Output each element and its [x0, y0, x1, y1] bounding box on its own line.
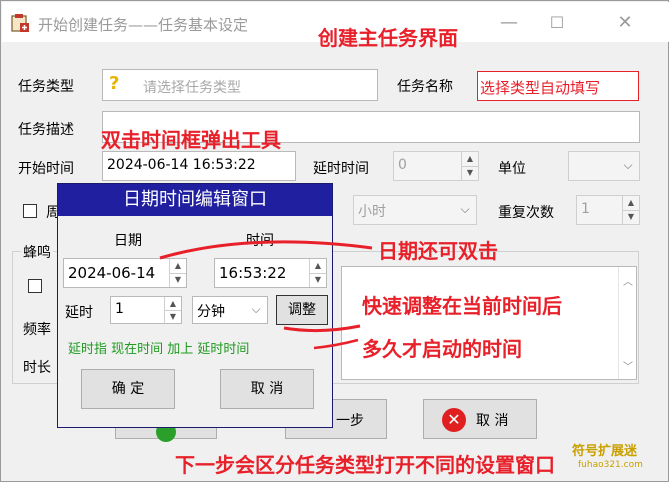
annotation-date-dbl-click: 日期还可双击 — [378, 239, 498, 263]
annotation-quick-adjust-1: 快速调整在当前时间后 — [362, 294, 562, 318]
annotation-dbl-click-time: 双击时间框弹出工具 — [101, 128, 281, 152]
annotation-arrow-adjust-2 — [313, 338, 359, 350]
watermark-line2: fuhao321.com — [578, 460, 643, 470]
annotation-main-ui: 创建主任务界面 — [318, 26, 458, 50]
annotation-arrow-adjust — [283, 324, 361, 333]
annotation-quick-adjust-2: 多久才启动的时间 — [362, 337, 522, 361]
watermark-line1: 符号扩展迷 — [572, 444, 638, 459]
annotation-arrows — [159, 240, 373, 350]
annotation-next-step: 下一步会区分任务类型打开不同的设置窗口 — [175, 453, 555, 477]
annotation-arrow-date — [159, 240, 373, 260]
